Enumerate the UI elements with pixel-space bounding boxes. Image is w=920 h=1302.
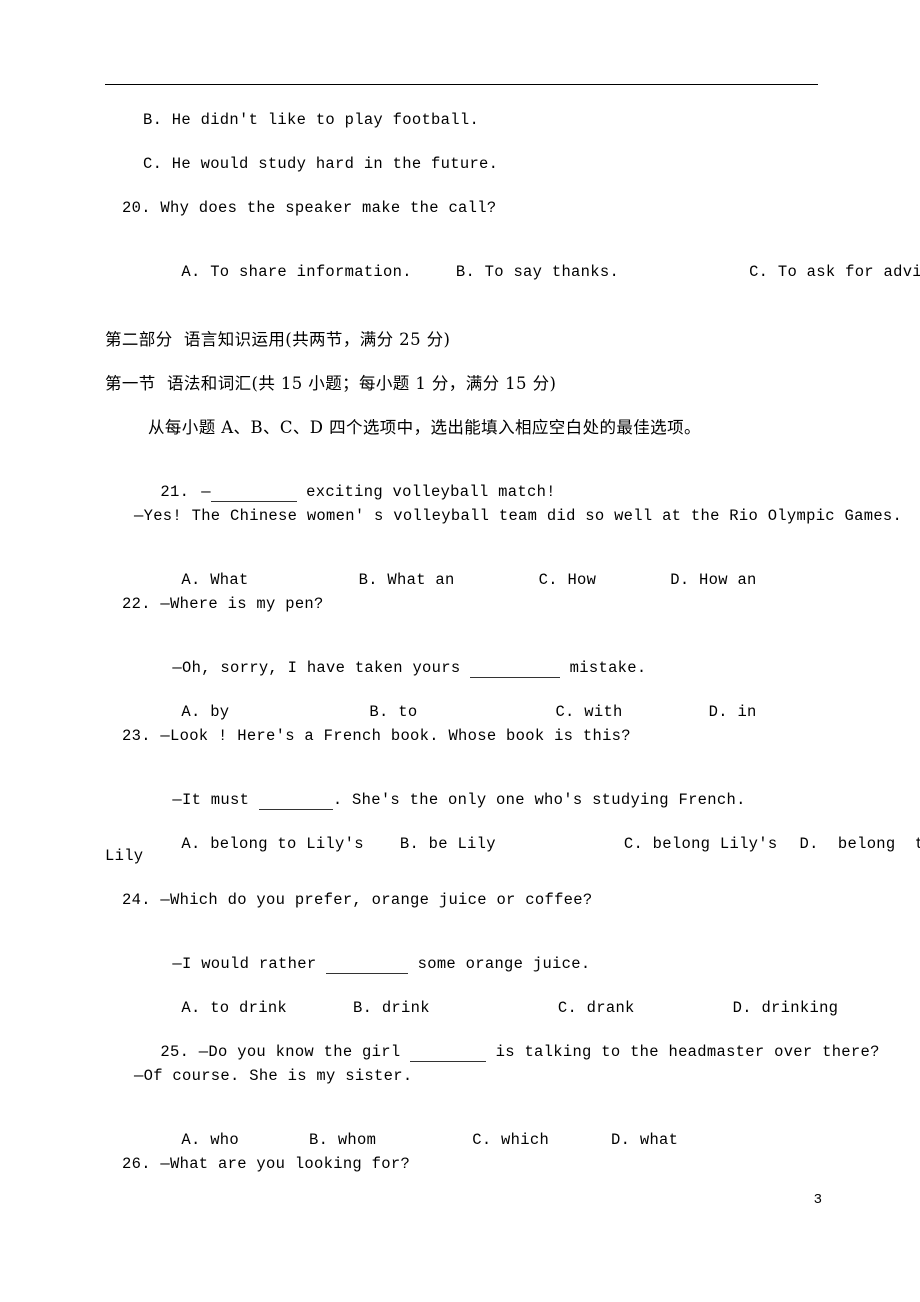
q23-option-c: C. belong Lily's	[623, 835, 778, 853]
q25-stem-prefix: 25. —Do you know the girl	[160, 1043, 411, 1061]
q22-option-a: A. by	[181, 703, 230, 721]
q22-option-c: C. with	[555, 703, 623, 721]
q22-option-d: D. in	[708, 703, 757, 721]
q22-blank	[470, 662, 561, 678]
q20-option-b: B. To say thanks.	[455, 263, 620, 281]
q24-stem: 24. —Which do you prefer, orange juice o…	[122, 891, 593, 909]
q21-option-c: C. How	[538, 571, 597, 589]
header-rule	[105, 84, 818, 85]
q21-blank	[210, 486, 297, 502]
q22-option-b: B. to	[369, 703, 418, 721]
q21-option-b: B. What an	[358, 571, 455, 589]
part-two-heading: 第二部分 语言知识运用(共两节，满分 25 分)	[105, 330, 451, 349]
q19-option-b: B. He didn't like to play football.	[143, 111, 480, 129]
q20-options-row: A. To share information. B. To say thanks…	[143, 242, 920, 302]
q26-stem: 26. —What are you looking for?	[122, 1155, 411, 1173]
q23-reply-suffix: . She's the only one who's studying Fren…	[332, 791, 746, 809]
q25-blank	[410, 1046, 487, 1062]
q19-option-c: C. He would study hard in the future.	[143, 155, 499, 173]
q20-stem: 20. Why does the speaker make the call?	[122, 199, 497, 217]
q23-option-a: A. belong to Lily's	[181, 835, 364, 853]
q23-option-d: D. belong to	[799, 835, 920, 853]
q25-option-b: B. whom	[309, 1131, 377, 1149]
q23-option-b: B. be Lily	[399, 835, 496, 853]
q23-options-row: A. belong to Lily's B. be Lily C. belong L…	[143, 814, 920, 874]
q24-blank	[326, 958, 409, 974]
q23-reply-prefix: —It must	[172, 791, 259, 809]
q24-reply-prefix: —I would rather	[172, 955, 327, 973]
q25-reply: —Of course. She is my sister.	[134, 1067, 413, 1085]
q25-option-d: D. what	[611, 1131, 679, 1149]
q24-option-d: D. drinking	[732, 999, 839, 1017]
q23-stem: 23. —Look ! Here's a French book. Whose …	[122, 727, 631, 745]
q22-stem: 22. —Where is my pen?	[122, 595, 324, 613]
page-number: 3	[813, 1192, 822, 1208]
q21-reply: —Yes! The Chinese women' s volleyball te…	[134, 507, 903, 525]
q21-option-d: D. How an	[670, 571, 757, 589]
q24-reply-suffix: some orange juice.	[408, 955, 591, 973]
q21-dash: —	[201, 483, 211, 501]
section-one-heading: 第一节 语法和词汇(共 15 小题；每小题 1 分，满分 15 分)	[105, 374, 557, 393]
q24-option-c: C. drank	[557, 999, 635, 1017]
q22-reply-suffix: mistake.	[560, 659, 647, 677]
q25-stem-suffix: is talking to the headmaster over there?	[486, 1043, 880, 1061]
q21-option-a: A. What	[181, 571, 249, 589]
q25-option-a: A. who	[181, 1131, 240, 1149]
section-instruction: 从每小题 A、B、C、D 四个选项中，选出能填入相应空白处的最佳选项。	[148, 418, 701, 437]
q24-option-a: A. to drink	[181, 999, 288, 1017]
q23-options-wrap: Lily	[105, 847, 144, 865]
q21-stem-text: exciting volleyball match!	[296, 483, 556, 501]
q24-option-b: B. drink	[353, 999, 430, 1017]
q25-option-c: C. which	[472, 1131, 550, 1149]
q23-blank	[258, 794, 333, 810]
q20-option-c: C. To ask for advice.	[749, 263, 920, 281]
q20-option-a: A. To share information.	[181, 263, 412, 281]
q22-reply-prefix: —Oh, sorry, I have taken yours	[172, 659, 471, 677]
q21-number: 21.	[160, 483, 190, 501]
document-page: B. He didn't like to play football. C. H…	[0, 0, 920, 1302]
